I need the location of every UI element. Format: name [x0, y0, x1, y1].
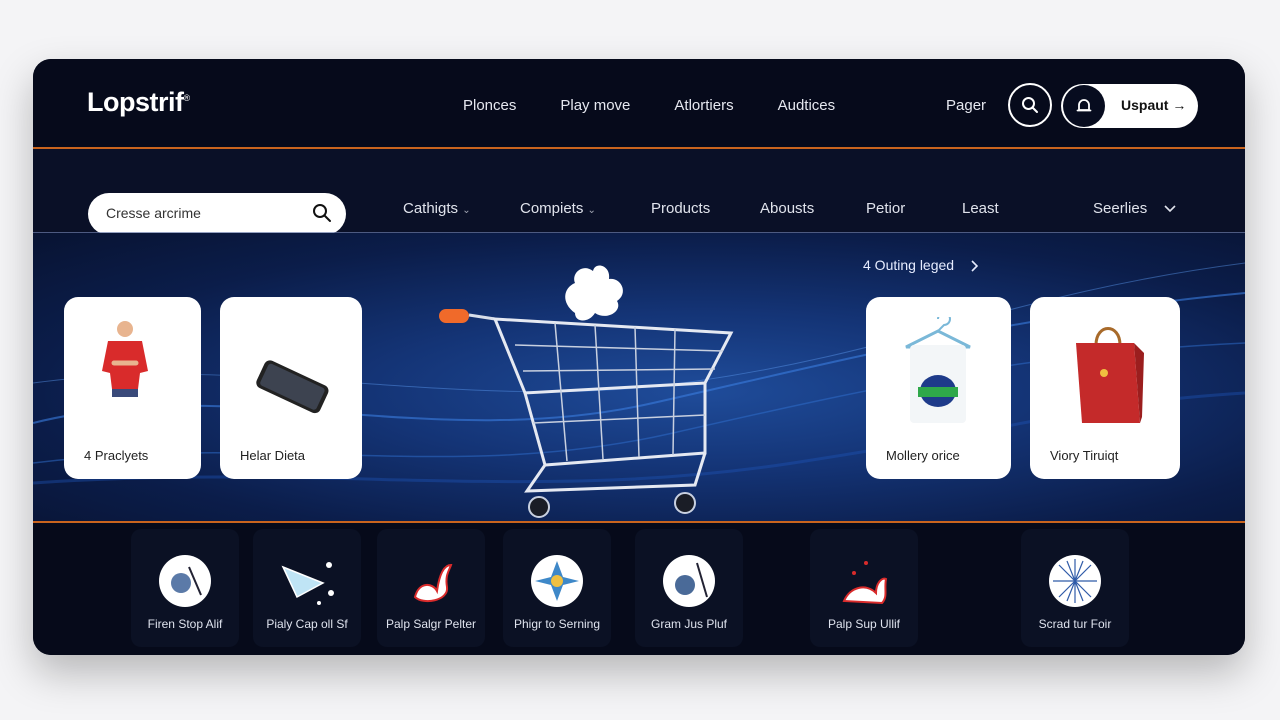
tile-pialy-cap-oll-sf[interactable]: Pialy Cap oll Sf — [253, 529, 361, 647]
tile-scrad-tur-foir[interactable]: Scrad tur Foir — [1021, 529, 1129, 647]
card-caption: Mollery orice — [886, 448, 960, 463]
person-in-red-shirt-image — [102, 321, 148, 397]
tile-label: Gram Jus Pluf — [650, 617, 728, 631]
tile-label: Phigr to Serning — [513, 617, 601, 631]
series-dropdown[interactable]: Seerlies — [1093, 200, 1177, 217]
tile-thumbnail — [531, 555, 583, 607]
brand-logo[interactable]: Lopstrif® — [87, 87, 190, 118]
notifications-button[interactable] — [1063, 85, 1105, 127]
shopping-bag-image — [1076, 327, 1144, 423]
shopping-cart-icon — [439, 265, 734, 518]
tile-thumbnail — [159, 555, 211, 607]
chevron-down-icon — [1164, 205, 1176, 213]
chevron-down-icon: ⌄ — [587, 205, 596, 216]
chevron-right-icon — [971, 260, 979, 272]
bird-icon — [842, 561, 888, 605]
paper-plane-icon — [281, 562, 334, 605]
upsell-button[interactable]: Uspaut → — [1061, 84, 1198, 128]
smartphone-image — [256, 360, 329, 414]
card-caption: 4 Praclyets — [84, 448, 149, 463]
shirt-on-hanger-image — [905, 317, 971, 423]
nav-link-atlortiers[interactable]: Atlortiers — [674, 97, 733, 114]
hero-banner: 4 Outing leged 4 Praclyets Helar Dieta M… — [33, 233, 1245, 521]
tile-label: Scrad tur Foir — [1038, 617, 1112, 631]
tile-firen-stop-alif[interactable]: Firen Stop Alif — [131, 529, 239, 647]
nav-link-audtices[interactable]: Audtices — [778, 97, 836, 114]
pages-link[interactable]: Pager — [946, 97, 986, 114]
tile-gram-jus-pluf[interactable]: Gram Jus Pluf — [635, 529, 743, 647]
main-nav: Plonces Play move Atlortiers Audtices — [463, 97, 835, 114]
swan-icon — [413, 563, 453, 603]
top-navbar: Lopstrif® Plonces Play move Atlortiers A… — [33, 59, 1245, 147]
tile-label: Firen Stop Alif — [147, 617, 223, 631]
category-products[interactable]: Products — [651, 200, 710, 217]
tile-phigr-to-serning[interactable]: Phigr to Serning — [503, 529, 611, 647]
tile-palp-salgr-pelter[interactable]: Palp Salgr Pelter — [377, 529, 485, 647]
bell-icon — [1076, 99, 1092, 112]
hand-logo-icon — [565, 265, 623, 321]
nav-link-plonces[interactable]: Plonces — [463, 97, 516, 114]
search-icon — [1022, 97, 1038, 113]
product-card-viory-tiruiqt[interactable]: Viory Tiruiqt — [1030, 297, 1180, 479]
outing-link[interactable]: 4 Outing leged — [863, 257, 979, 273]
upsell-label: Uspaut → — [1121, 97, 1187, 113]
category-links — [33, 149, 1245, 233]
product-card-helar-dieta[interactable]: Helar Dieta — [220, 297, 362, 479]
card-caption: Viory Tiruiqt — [1050, 448, 1119, 463]
tile-label: Palp Sup Ullif — [827, 617, 901, 631]
search-button[interactable] — [1008, 83, 1052, 127]
product-card-mollery-orice[interactable]: Mollery orice — [866, 297, 1011, 479]
app-window: Lopstrif® Plonces Play move Atlortiers A… — [33, 59, 1245, 655]
category-abousts[interactable]: Abousts — [760, 200, 814, 217]
tile-label: Palp Salgr Pelter — [385, 617, 477, 631]
card-caption: Helar Dieta — [240, 448, 306, 463]
category-cathigts[interactable]: Cathigts ⌄ — [403, 200, 471, 217]
featured-tiles: Firen Stop Alif Pialy Cap oll Sf Palp Sa… — [33, 523, 1245, 655]
category-least[interactable]: Least — [962, 200, 999, 217]
category-compiets[interactable]: Compiets ⌄ — [520, 200, 596, 217]
product-card-praclyets[interactable]: 4 Praclyets — [64, 297, 201, 479]
nav-link-play-move[interactable]: Play move — [560, 97, 630, 114]
chevron-down-icon: ⌄ — [462, 205, 471, 216]
tile-label: Pialy Cap oll Sf — [266, 617, 348, 631]
tile-thumbnail — [663, 555, 715, 607]
tile-palp-sup-ullif[interactable]: Palp Sup Ullif — [810, 529, 918, 647]
tile-thumbnail — [1049, 555, 1101, 607]
category-petior[interactable]: Petior — [866, 200, 905, 217]
